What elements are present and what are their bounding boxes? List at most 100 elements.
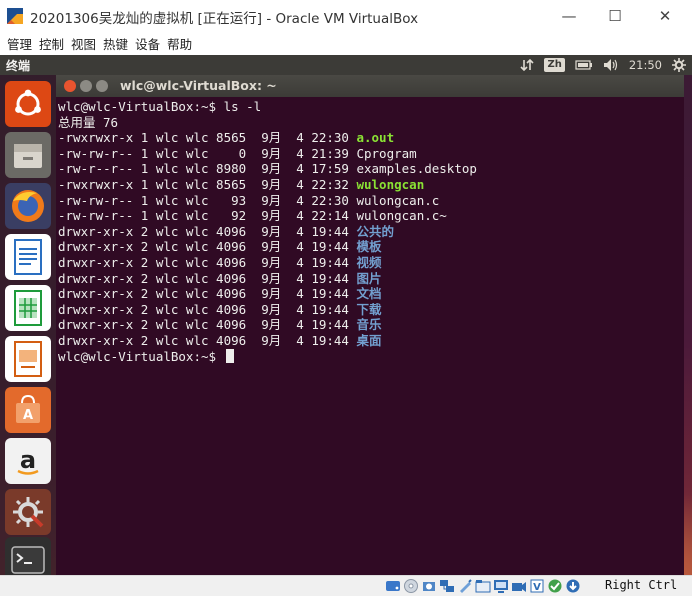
listing-row-filename: wulongcan: [356, 176, 425, 192]
terminal-titlebar[interactable]: wlc@wlc-VirtualBox: ~: [56, 75, 684, 97]
listing-entries: -rwxrwxr-x 1 wlc wlc 8565 9月 4 22:30 a.o…: [58, 130, 682, 348]
optical-drive-icon[interactable]: [403, 578, 419, 594]
typed-command: ls -l: [223, 99, 262, 114]
shell-prompt: wlc@wlc-VirtualBox:~$: [58, 99, 224, 114]
listing-row: -rw-rw-r-- 1 wlc wlc 92 9月 4 22:14 wulon…: [58, 208, 682, 224]
menu-help[interactable]: 帮助: [167, 34, 192, 53]
guest-additions-icon[interactable]: [547, 578, 563, 594]
listing-row-meta: -rwxrwxr-x 1 wlc wlc 8565 9月 4 22:30: [58, 130, 357, 146]
current-prompt-line: wlc@wlc-VirtualBox:~$: [58, 348, 682, 365]
terminal-maximize-icon[interactable]: [96, 80, 108, 92]
listing-row: -rwxrwxr-x 1 wlc wlc 8565 9月 4 22:32 wul…: [58, 177, 682, 193]
system-menu-gear-icon[interactable]: [672, 58, 686, 72]
listing-row-meta: -rwxrwxr-x 1 wlc wlc 8565 9月 4 22:32: [58, 176, 357, 192]
listing-row-filename: 桌面: [356, 332, 382, 348]
panel-app-name: 终端: [6, 59, 31, 73]
shared-folders-icon[interactable]: [475, 578, 491, 594]
listing-row-filename: a.out: [356, 130, 395, 146]
video-capture-icon[interactable]: [511, 578, 527, 594]
listing-row-filename: 图片: [356, 270, 382, 286]
listing-row: -rw-rw-r-- 1 wlc wlc 0 9月 4 21:39 Cprogr…: [58, 146, 682, 162]
svg-text:V: V: [533, 582, 541, 593]
minimize-button[interactable]: —: [546, 0, 592, 32]
listing-row: -rw-rw-r-- 1 wlc wlc 93 9月 4 22:30 wulon…: [58, 193, 682, 209]
listing-row-meta: drwxr-xr-x 2 wlc wlc 4096 9月 4 19:44: [58, 223, 357, 239]
listing-row-filename: examples.desktop: [356, 161, 477, 177]
listing-row-meta: -rw-rw-r-- 1 wlc wlc 0 9月 4 21:39: [58, 145, 357, 161]
listing-row-meta: -rw-rw-r-- 1 wlc wlc 92 9月 4 22:14: [58, 208, 357, 224]
firefox-icon[interactable]: [5, 183, 51, 229]
audio-icon[interactable]: [421, 578, 437, 594]
listing-row: drwxr-xr-x 2 wlc wlc 4096 9月 4 19:44 文档: [58, 286, 682, 302]
files-icon[interactable]: [5, 132, 51, 178]
host-key-arrow-icon[interactable]: [565, 578, 581, 594]
battery-icon[interactable]: [575, 59, 593, 71]
listing-row: drwxr-xr-x 2 wlc wlc 4096 9月 4 19:44 视频: [58, 255, 682, 271]
network-adapter-icon[interactable]: [439, 578, 455, 594]
text-cursor: [225, 348, 234, 363]
listing-row-filename: wulongcan.c~: [356, 208, 447, 224]
software-center-icon[interactable]: A: [5, 387, 51, 433]
svg-text:A: A: [23, 408, 33, 423]
volume-icon[interactable]: [603, 58, 619, 72]
listing-row-meta: drwxr-xr-x 2 wlc wlc 4096 9月 4 19:44: [58, 317, 357, 333]
display-icon[interactable]: [493, 578, 509, 594]
listing-row-filename: Cprogram: [356, 145, 417, 161]
listing-row-filename: wulongcan.c: [356, 192, 440, 208]
listing-row: drwxr-xr-x 2 wlc wlc 4096 9月 4 19:44 图片: [58, 271, 682, 287]
system-settings-icon[interactable]: [5, 489, 51, 535]
guest-display[interactable]: 终端 Zh 21:50 A a wlc@wlc-VirtualBox: ~ wl…: [0, 55, 692, 575]
listing-row-meta: drwxr-xr-x 2 wlc wlc 4096 9月 4 19:44: [58, 270, 357, 286]
svg-text:a: a: [20, 446, 36, 474]
menu-hotkey[interactable]: 热键: [103, 34, 128, 53]
terminal-close-icon[interactable]: [64, 80, 76, 92]
panel-indicators: Zh 21:50: [520, 55, 686, 75]
terminal-minimize-icon[interactable]: [80, 80, 92, 92]
host-menubar: 管理 控制 视图 热键 设备 帮助: [0, 32, 692, 55]
terminal-window[interactable]: wlc@wlc-VirtualBox: ~ wlc@wlc-VirtualBox…: [56, 75, 684, 575]
window-title: 20201306吴龙灿的虚拟机 [正在运行] - Oracle VM Virtu…: [30, 11, 419, 27]
terminal-title: wlc@wlc-VirtualBox: ~: [120, 78, 277, 93]
usb-icon[interactable]: [457, 578, 473, 594]
terminal-icon[interactable]: [5, 537, 51, 575]
listing-row-meta: drwxr-xr-x 2 wlc wlc 4096 9月 4 19:44: [58, 332, 357, 348]
hard-disk-icon[interactable]: [385, 578, 401, 594]
calc-icon[interactable]: [5, 285, 51, 331]
writer-icon[interactable]: [5, 234, 51, 280]
listing-row-meta: -rw-r--r-- 1 wlc wlc 8980 9月 4 17:59: [58, 161, 357, 177]
menu-view[interactable]: 视图: [71, 34, 96, 53]
amazon-icon[interactable]: a: [5, 438, 51, 484]
clock[interactable]: 21:50: [629, 58, 662, 72]
close-button[interactable]: ✕: [642, 0, 688, 32]
listing-row-meta: drwxr-xr-x 2 wlc wlc 4096 9月 4 19:44: [58, 301, 357, 317]
listing-row: drwxr-xr-x 2 wlc wlc 4096 9月 4 19:44 下载: [58, 302, 682, 318]
host-key-label: Right Ctrl: [605, 578, 678, 592]
maximize-button[interactable]: ☐: [592, 0, 638, 32]
listing-row-filename: 文档: [356, 286, 382, 302]
listing-row: drwxr-xr-x 2 wlc wlc 4096 9月 4 19:44 公共的: [58, 224, 682, 240]
host-titlebar: 20201306吴龙灿的虚拟机 [正在运行] - Oracle VM Virtu…: [0, 0, 692, 32]
listing-row-filename: 视频: [356, 254, 382, 270]
status-icons: V: [385, 578, 581, 594]
command-line: wlc@wlc-VirtualBox:~$ ls -l: [58, 99, 682, 115]
impress-icon[interactable]: [5, 336, 51, 382]
listing-row-meta: -rw-rw-r-- 1 wlc wlc 93 9月 4 22:30: [58, 192, 357, 208]
ubuntu-dash-icon[interactable]: [5, 81, 51, 127]
menu-devices[interactable]: 设备: [135, 34, 160, 53]
listing-row: drwxr-xr-x 2 wlc wlc 4096 9月 4 19:44 音乐: [58, 317, 682, 333]
listing-row-meta: drwxr-xr-x 2 wlc wlc 4096 9月 4 19:44: [58, 286, 357, 302]
listing-row: -rw-r--r-- 1 wlc wlc 8980 9月 4 17:59 exa…: [58, 161, 682, 177]
network-icon[interactable]: [520, 58, 535, 72]
menu-manage[interactable]: 管理: [7, 34, 32, 53]
listing-row-meta: drwxr-xr-x 2 wlc wlc 4096 9月 4 19:44: [58, 254, 357, 270]
listing-row-filename: 下载: [356, 301, 382, 317]
ubuntu-top-panel: 终端 Zh 21:50: [0, 55, 692, 75]
terminal-output[interactable]: wlc@wlc-VirtualBox:~$ ls -l 总用量 76 -rwxr…: [58, 99, 682, 575]
listing-row: drwxr-xr-x 2 wlc wlc 4096 9月 4 19:44 模板: [58, 239, 682, 255]
cpu-virtualization-icon[interactable]: V: [529, 578, 545, 594]
listing-row-meta: drwxr-xr-x 2 wlc wlc 4096 9月 4 19:44: [58, 239, 357, 255]
listing-row-filename: 模板: [356, 239, 382, 255]
menu-control[interactable]: 控制: [39, 34, 64, 53]
unity-launcher: A a: [0, 75, 56, 575]
input-method-indicator[interactable]: Zh: [544, 58, 565, 72]
